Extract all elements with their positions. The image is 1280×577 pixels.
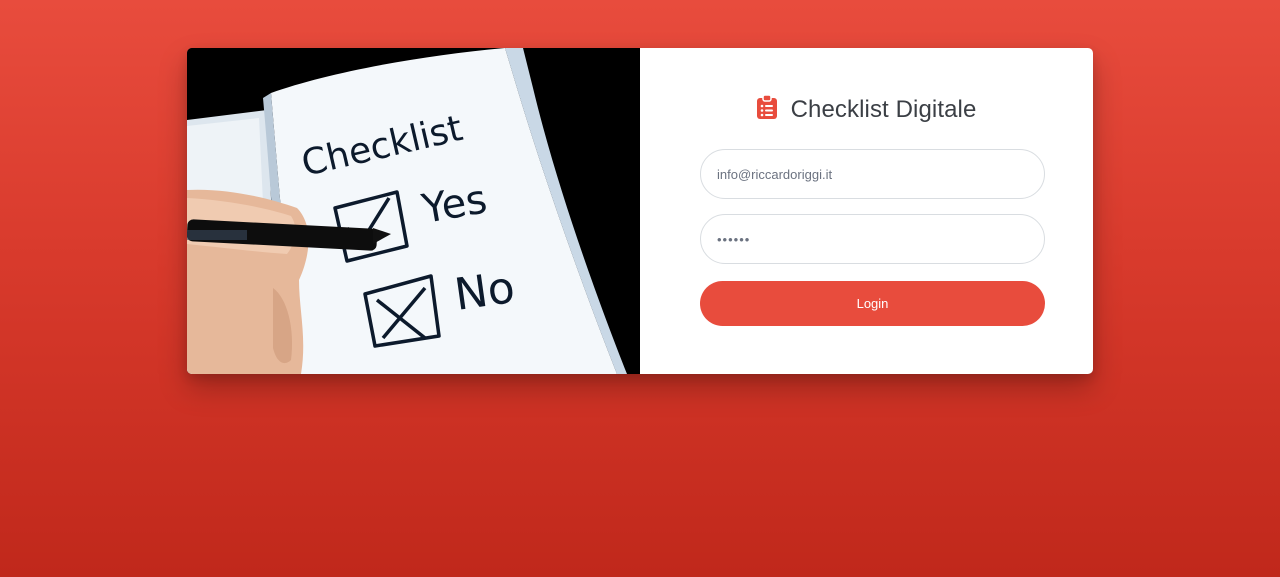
app-title: Checklist Digitale: [790, 95, 977, 123]
option-no-label: No: [451, 262, 517, 321]
checklist-photo: Checklist Yes No: [187, 48, 640, 374]
login-button[interactable]: Login: [700, 281, 1045, 326]
brand-header: Checklist Digitale: [640, 94, 1093, 124]
email-field[interactable]: [700, 149, 1045, 199]
password-field[interactable]: [700, 214, 1045, 264]
clipboard-list-icon: [756, 94, 777, 124]
login-card: Checklist Yes No Checklist Digitale info…: [187, 48, 1093, 374]
login-form-panel: Checklist Digitale Login: [640, 48, 1093, 374]
